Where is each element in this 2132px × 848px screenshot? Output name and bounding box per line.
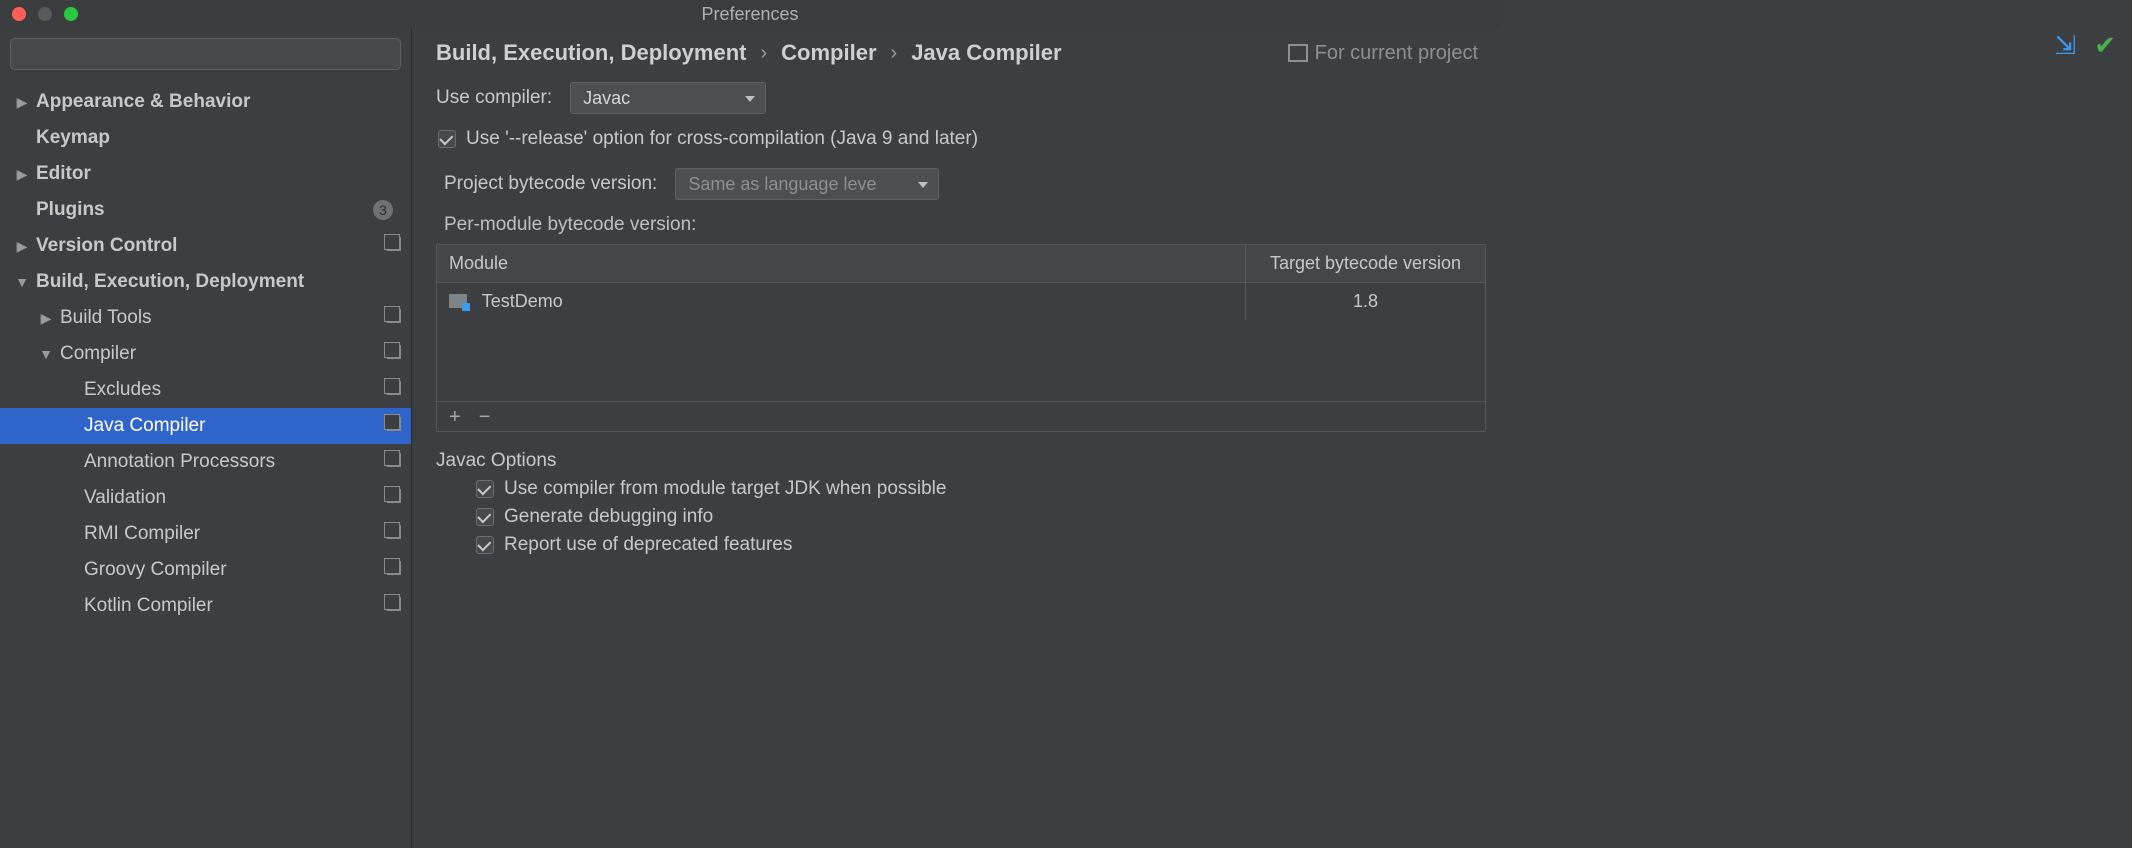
chevron-down-icon[interactable]: ▼ (14, 274, 30, 290)
opt-deprecated-label: Report use of deprecated features (504, 534, 792, 556)
chevron-down-icon (918, 182, 928, 188)
sidebar-item[interactable]: ▶ Appearance & Behavior (0, 84, 411, 120)
close-icon[interactable] (12, 7, 26, 21)
use-compiler-label: Use compiler: (436, 87, 552, 109)
sidebar: ▶ Appearance & Behavior Keymap ▶ Editor Plugi… (0, 28, 412, 848)
sidebar-item[interactable]: Groovy Compiler (0, 552, 411, 588)
col-target: Target bytecode version (1245, 245, 1485, 282)
editor-gutter-icons: ⇲ ✔ (2054, 30, 2116, 61)
breadcrumb-item: Java Compiler (911, 40, 1061, 66)
chevron-right-icon[interactable]: ▶ (38, 310, 54, 327)
sidebar-item-label: Validation (84, 487, 381, 509)
sidebar-item[interactable]: ▼ Build, Execution, Deployment (0, 264, 411, 300)
sidebar-item-label: Editor (36, 163, 401, 185)
sidebar-item[interactable]: RMI Compiler (0, 516, 411, 552)
count-badge: 3 (373, 200, 393, 220)
opt-debug-info-label: Generate debugging info (504, 506, 713, 528)
sidebar-item-label: Compiler (60, 343, 381, 365)
opt-debug-info-checkbox[interactable] (476, 508, 494, 526)
chevron-down-icon (745, 96, 755, 102)
sidebar-item-label: Java Compiler (84, 415, 381, 437)
sidebar-item-label: Keymap (36, 127, 401, 149)
project-scope-icon (387, 489, 401, 508)
module-icon (449, 294, 467, 308)
sidebar-item[interactable]: Annotation Processors (0, 444, 411, 480)
project-scope-icon (387, 345, 401, 364)
main-panel: Build, Execution, Deployment › Compiler … (412, 28, 1500, 848)
chevron-right-icon[interactable]: ▶ (14, 166, 30, 183)
sidebar-item[interactable]: Plugins3 (0, 192, 411, 228)
sidebar-item-label: Excludes (84, 379, 381, 401)
chevron-down-icon[interactable]: ▼ (38, 346, 54, 362)
module-name: TestDemo (482, 291, 563, 311)
project-scope-icon (1291, 47, 1307, 61)
sidebar-item[interactable]: ▶ Build Tools (0, 300, 411, 336)
sidebar-item-label: Build, Execution, Deployment (36, 271, 401, 293)
project-scope-icon (387, 561, 401, 580)
project-scope-icon (387, 237, 401, 256)
opt-deprecated-checkbox[interactable] (476, 536, 494, 554)
javac-options-title: Javac Options (436, 450, 1476, 472)
sidebar-item[interactable]: Keymap (0, 120, 411, 156)
sidebar-item-label: Appearance & Behavior (36, 91, 401, 113)
for-current-project-label: For current project (1291, 42, 1478, 65)
sidebar-item[interactable]: Java Compiler (0, 408, 411, 444)
content-area: ▶ Appearance & Behavior Keymap ▶ Editor Plugi… (0, 28, 1500, 848)
breadcrumb-item[interactable]: Compiler (781, 40, 876, 66)
sidebar-item-label: Annotation Processors (84, 451, 381, 473)
zoom-icon[interactable] (64, 7, 78, 21)
sidebar-item[interactable]: ▶ Editor (0, 156, 411, 192)
opt-module-jdk-label: Use compiler from module target JDK when… (504, 478, 946, 500)
use-compiler-select[interactable]: Javac (570, 82, 766, 114)
preferences-window: Preferences ▶ Appearance & Behavior Keymap… (0, 0, 1500, 848)
project-scope-icon (387, 597, 401, 616)
project-bytecode-label: Project bytecode version: (444, 173, 657, 195)
sidebar-item-label: Version Control (36, 235, 381, 257)
sidebar-item[interactable]: ▼ Compiler (0, 336, 411, 372)
chevron-right-icon[interactable]: ▶ (14, 238, 30, 255)
use-compiler-value: Javac (583, 88, 630, 109)
add-button[interactable]: + (449, 407, 461, 427)
release-option-label: Use '--release' option for cross-compila… (466, 128, 978, 150)
window-title: Preferences (701, 4, 798, 25)
sidebar-item-label: Groovy Compiler (84, 559, 381, 581)
breadcrumb-item[interactable]: Build, Execution, Deployment (436, 40, 746, 66)
sidebar-item[interactable]: Excludes (0, 372, 411, 408)
sidebar-item-label: Plugins (36, 199, 373, 221)
sidebar-item[interactable]: Validation (0, 480, 411, 516)
collapse-icon[interactable]: ⇲ (2054, 30, 2076, 61)
project-scope-icon (387, 309, 401, 328)
titlebar: Preferences (0, 0, 1500, 28)
minimize-icon[interactable] (38, 7, 52, 21)
search-input[interactable] (10, 38, 401, 70)
checkmark-icon[interactable]: ✔ (2094, 30, 2116, 61)
sidebar-item-label: RMI Compiler (84, 523, 381, 545)
opt-module-jdk-checkbox[interactable] (476, 480, 494, 498)
per-module-label: Per-module bytecode version: (444, 214, 1476, 236)
chevron-right-icon[interactable]: ▶ (14, 94, 30, 111)
sidebar-item[interactable]: ▶ Version Control (0, 228, 411, 264)
project-bytecode-placeholder: Same as language leve (688, 174, 876, 195)
release-option-checkbox[interactable] (438, 130, 456, 148)
target-bytecode-cell[interactable]: 1.8 (1245, 283, 1485, 320)
sidebar-item-label: Kotlin Compiler (84, 595, 381, 617)
project-bytecode-select[interactable]: Same as language leve (675, 168, 939, 200)
sidebar-item-label: Build Tools (60, 307, 381, 329)
remove-button[interactable]: − (479, 407, 491, 427)
col-module: Module (437, 245, 1245, 282)
table-row[interactable]: TestDemo 1.8 (437, 283, 1485, 320)
window-controls (12, 7, 78, 21)
project-scope-icon (387, 381, 401, 400)
chevron-right-icon: › (760, 42, 767, 65)
settings-tree: ▶ Appearance & Behavior Keymap ▶ Editor Plugi… (0, 80, 411, 848)
project-scope-icon (387, 453, 401, 472)
sidebar-item[interactable]: Kotlin Compiler (0, 588, 411, 624)
for-current-project-text: For current project (1315, 42, 1478, 65)
chevron-right-icon: › (891, 42, 898, 65)
module-bytecode-table: Module Target bytecode version TestDemo … (436, 244, 1486, 432)
project-scope-icon (387, 525, 401, 544)
project-scope-icon (387, 417, 401, 436)
